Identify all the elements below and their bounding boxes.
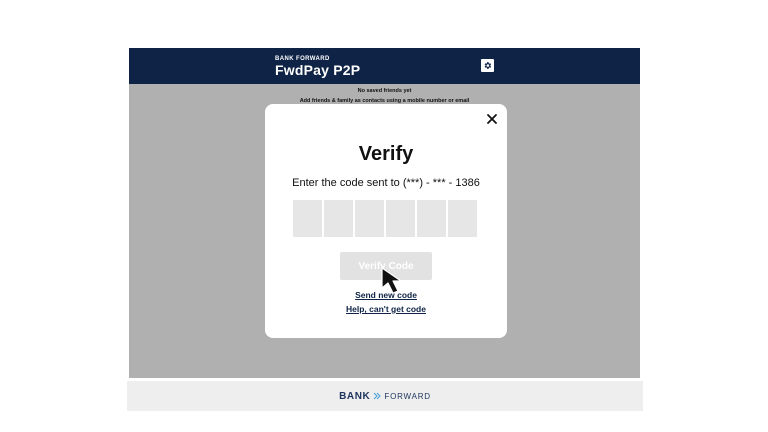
settings-button[interactable] [481, 59, 494, 72]
code-digit-5[interactable] [417, 200, 446, 237]
arrow-right-icon [373, 387, 382, 405]
code-digit-4[interactable] [386, 200, 415, 237]
verify-code-button[interactable]: Verify Code [340, 252, 432, 280]
close-icon [485, 112, 499, 126]
footer-logo-bank: BANK [339, 390, 371, 402]
code-digit-3[interactable] [355, 200, 384, 237]
footer-logo-forward: FORWARD [384, 391, 431, 401]
footer-logo: BANK FORWARD [127, 381, 643, 411]
app-header: BANK FORWARD FwdPay P2P [129, 48, 640, 84]
verify-dialog: Verify Enter the code sent to (***) - **… [265, 104, 507, 338]
gear-icon [483, 61, 492, 70]
app-title: FwdPay P2P [275, 62, 361, 78]
code-input-group [293, 200, 479, 237]
empty-state-title: No saved friends yet [357, 88, 412, 94]
dialog-title: Verify [358, 143, 414, 165]
code-digit-2[interactable] [324, 200, 353, 237]
code-digit-6[interactable] [448, 200, 477, 237]
close-button[interactable] [485, 112, 499, 126]
code-digit-1[interactable] [293, 200, 322, 237]
footer: BANK FORWARD [127, 381, 643, 411]
send-new-code-link[interactable]: Send new code [265, 290, 507, 300]
help-cant-get-code-link[interactable]: Help, can't get code [265, 304, 507, 314]
dialog-subtitle: Enter the code sent to (***) - *** - 138… [292, 177, 480, 189]
